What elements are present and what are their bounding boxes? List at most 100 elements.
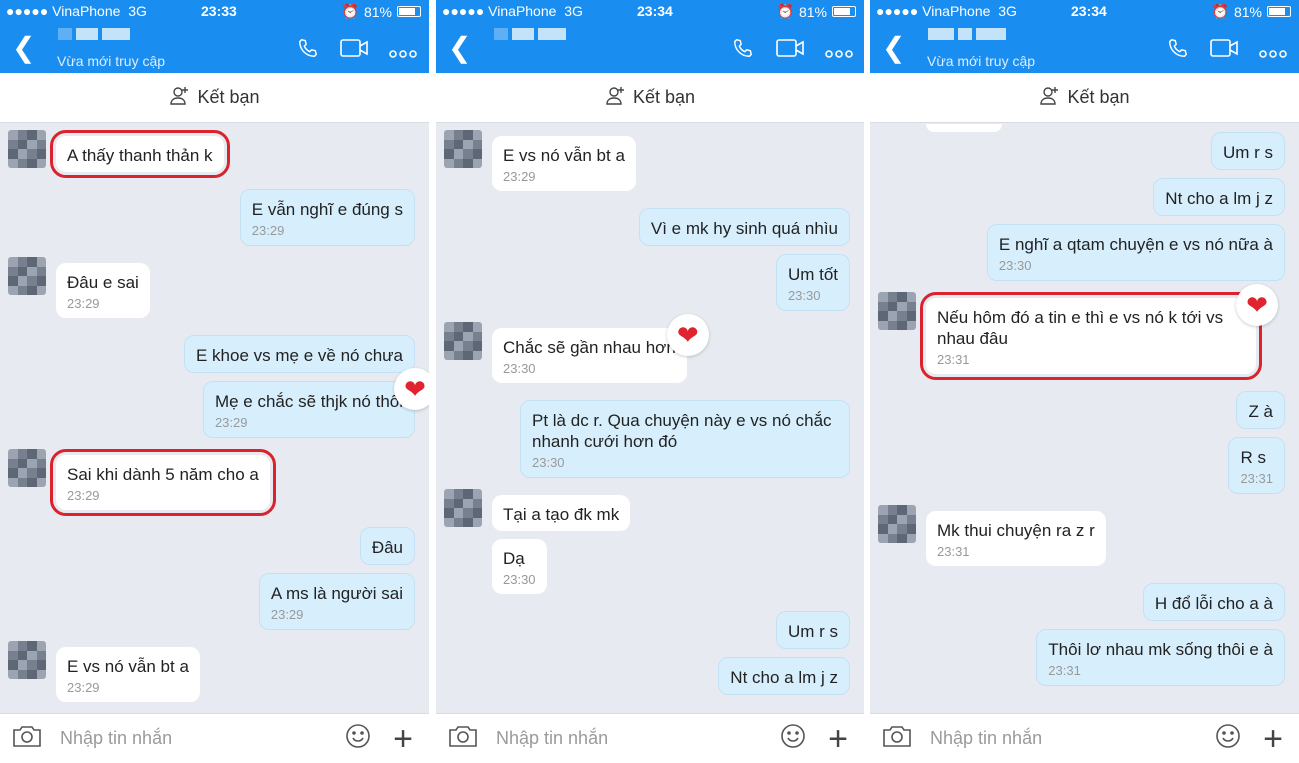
chat-header: ●●●●● VinaPhone 3G 23:34 ⏰ 81% ❮ (436, 0, 864, 73)
back-button[interactable]: ❮ (12, 34, 35, 62)
outgoing-message[interactable]: Nt cho a lm j z (718, 657, 850, 695)
message-time: 23:30 (787, 288, 821, 303)
battery-icon (832, 6, 856, 17)
more-options-icon[interactable] (1259, 42, 1287, 66)
message-text: Um tốt (787, 265, 838, 284)
message-time: 23:29 (67, 488, 100, 503)
contact-avatar[interactable] (444, 130, 482, 168)
incoming-message[interactable]: Nếu hôm đó a tin e thì e vs nó k tới vs … (878, 284, 1278, 380)
outgoing-message[interactable]: H đổ lỗi cho a à (1142, 583, 1285, 621)
contact-name-obscured (58, 28, 130, 40)
incoming-message[interactable]: Sai khi dành 5 năm cho a 23:29 (8, 449, 276, 516)
chat-header: ●●●●● VinaPhone 3G 23:34 ⏰ 81% ❮ Vừa mới … (870, 0, 1299, 73)
message-text: Chắc sẽ gần nhau hơn (503, 338, 676, 357)
plus-icon[interactable]: + (393, 722, 413, 756)
add-friend-button[interactable]: Kết bạn (870, 73, 1299, 123)
contact-avatar[interactable] (878, 292, 916, 330)
emoji-icon[interactable] (1215, 723, 1241, 754)
video-call-icon[interactable] (776, 36, 806, 60)
video-call-icon[interactable] (340, 36, 370, 60)
message-text: Nt cho a lm j z (1165, 189, 1273, 208)
message-text: A ms là người sai (270, 584, 403, 603)
outgoing-message[interactable]: Nt cho a lm j z (1153, 178, 1285, 216)
message-time: 23:30 (503, 361, 536, 376)
camera-icon[interactable] (882, 723, 912, 754)
incoming-message[interactable]: E vs nó vẫn bt a 23:29 (8, 641, 200, 702)
outgoing-message[interactable]: Um r s (775, 611, 850, 649)
contact-avatar[interactable] (8, 130, 46, 168)
camera-icon[interactable] (448, 723, 478, 754)
message-list[interactable]: A thấy thanh thản k E vẫn nghĩ e đúng s 23… (0, 124, 429, 713)
emoji-icon[interactable] (345, 723, 371, 754)
message-input[interactable]: Nhập tin nhắn (60, 728, 345, 749)
message-text: R s (1240, 448, 1266, 467)
camera-icon[interactable] (12, 723, 42, 754)
incoming-message[interactable]: A thấy thanh thản k (8, 130, 230, 178)
contact-avatar[interactable] (444, 489, 482, 527)
message-text: Mk thui chuyện ra z r (937, 521, 1095, 540)
incoming-message[interactable]: Chắc sẽ gần nhau hơn 23:30 ❤ (444, 314, 709, 383)
message-time: 23:29 (503, 169, 536, 184)
message-text: Đâu e sai (67, 273, 139, 292)
contact-avatar[interactable] (8, 257, 46, 295)
add-friend-button[interactable]: Kết bạn (0, 73, 429, 123)
incoming-message[interactable]: Đâu e sai 23:29 (8, 257, 150, 318)
message-time: 23:31 (937, 544, 970, 559)
phone-call-icon[interactable] (732, 36, 754, 60)
incoming-message[interactable]: Mk thui chuyện ra z r 23:31 (878, 505, 1106, 566)
outgoing-message[interactable]: Thôi lơ nhau mk sống thôi e à 23:31 (1036, 629, 1285, 686)
add-friend-button[interactable]: Kết bạn (436, 73, 864, 123)
message-time: 23:30 (532, 455, 565, 470)
outgoing-message[interactable]: Vì e mk hy sinh quá nhìu (638, 208, 850, 246)
emoji-icon[interactable] (780, 723, 806, 754)
incoming-message[interactable]: Dạ 23:30 (492, 539, 547, 594)
message-list[interactable]: Um r s Nt cho a lm j z E nghĩ a qtam chuyệ… (870, 124, 1299, 713)
alarm-icon: ⏰ (1211, 3, 1229, 19)
outgoing-message[interactable]: Um tốt 23:30 (775, 254, 850, 311)
heart-reaction-icon[interactable]: ❤ (394, 368, 429, 410)
contact-name-obscured (494, 28, 566, 40)
outgoing-message[interactable]: E vẫn nghĩ e đúng s 23:29 (239, 189, 415, 246)
message-time: 23:29 (270, 607, 304, 622)
heart-reaction-icon[interactable]: ❤ (1236, 284, 1278, 326)
more-options-icon[interactable] (825, 42, 853, 66)
back-button[interactable]: ❮ (882, 34, 905, 62)
incoming-message[interactable]: Tại a tạo đk mk (444, 489, 631, 531)
message-input[interactable]: Nhập tin nhắn (496, 728, 780, 749)
phone-call-icon[interactable] (1167, 36, 1189, 60)
clock: 23:34 (637, 3, 673, 19)
phone-call-icon[interactable] (297, 36, 319, 60)
message-list[interactable]: E vs nó vẫn bt a 23:29 Vì e mk hy sinh quá… (436, 124, 864, 713)
plus-icon[interactable]: + (1263, 722, 1283, 756)
message-input[interactable]: Nhập tin nhắn (930, 728, 1215, 749)
alarm-icon: ⏰ (341, 3, 359, 19)
add-friend-icon (1039, 84, 1061, 111)
battery-status: ⏰ 81% (777, 3, 856, 20)
contact-avatar[interactable] (878, 505, 916, 543)
video-call-icon[interactable] (1210, 36, 1240, 60)
outgoing-message[interactable]: Z à (1236, 391, 1285, 429)
message-text: Z à (1248, 402, 1273, 421)
outgoing-message[interactable]: Um r s (1210, 132, 1285, 170)
heart-reaction-icon[interactable]: ❤ (666, 314, 709, 356)
contact-avatar[interactable] (8, 641, 46, 679)
contact-avatar[interactable] (8, 449, 46, 487)
outgoing-message[interactable]: Pt là dc r. Qua chuyện này e vs nó chắc … (520, 400, 850, 478)
back-button[interactable]: ❮ (448, 34, 471, 62)
outgoing-message[interactable]: R s 23:31 (1228, 437, 1285, 494)
outgoing-message[interactable]: Mẹ e chắc sẽ thjk nó thôi 23:29 ❤ (202, 368, 429, 438)
contact-avatar[interactable] (444, 322, 482, 360)
message-text: E khoe vs mẹ e về nó chưa (196, 346, 403, 365)
outgoing-message[interactable]: Đâu (359, 527, 415, 565)
more-options-icon[interactable] (389, 42, 417, 66)
outgoing-message[interactable]: E khoe vs mẹ e về nó chưa (184, 335, 415, 373)
incoming-message[interactable]: E vs nó vẫn bt a 23:29 (444, 130, 636, 191)
carrier: ●●●●● VinaPhone 3G (6, 3, 147, 19)
outgoing-message[interactable]: E nghĩ a qtam chuyện e vs nó nữa à 23:30 (986, 224, 1285, 281)
message-text: Pt là dc r. Qua chuyện này e vs nó chắc … (532, 411, 832, 451)
contact-name-obscured (928, 28, 1006, 40)
outgoing-message[interactable]: A ms là người sai 23:29 (258, 573, 415, 630)
plus-icon[interactable]: + (828, 722, 848, 756)
composer: Nhập tin nhắn + (436, 713, 864, 763)
chat-screen: ●●●●● VinaPhone 3G 23:34 ⏰ 81% ❮ Vừa mới … (870, 0, 1299, 763)
